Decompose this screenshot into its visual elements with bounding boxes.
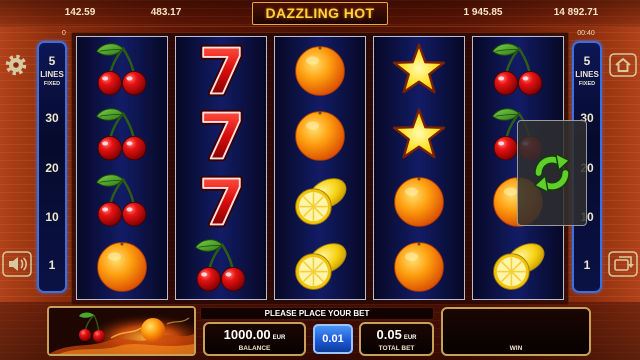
game-logo-image bbox=[47, 306, 196, 356]
total-bet-display: 0.05 EUR TOTAL BET bbox=[359, 322, 434, 356]
seven-symbol bbox=[176, 37, 266, 103]
lines-mode: FIXED bbox=[43, 81, 61, 87]
total-bet-currency: EUR bbox=[403, 335, 417, 341]
game-title: DAZZLING HOT bbox=[252, 2, 388, 25]
jackpot-value-3: 1 945.85 bbox=[463, 7, 503, 18]
reel-2 bbox=[175, 36, 267, 300]
balance-currency: EUR bbox=[272, 335, 286, 341]
autoplay-icon bbox=[608, 251, 638, 277]
home-icon bbox=[609, 53, 637, 77]
home-button[interactable] bbox=[609, 53, 637, 77]
status-message: PLEASE PLACE YOUR BET bbox=[200, 307, 434, 320]
lines-label: LINES bbox=[575, 70, 599, 79]
refresh-icon bbox=[533, 152, 571, 194]
lemon-symbol bbox=[473, 234, 563, 300]
cherry-symbol bbox=[77, 168, 167, 234]
lines-label: LINES bbox=[40, 70, 64, 79]
seven-symbol bbox=[176, 168, 266, 234]
jackpot-value-1: 142.59 bbox=[64, 7, 96, 18]
orange-symbol bbox=[374, 234, 464, 300]
settings-button[interactable] bbox=[4, 53, 28, 77]
reel-3 bbox=[274, 36, 366, 300]
lemon-symbol bbox=[275, 234, 365, 300]
reels-area bbox=[71, 32, 569, 305]
sound-button[interactable] bbox=[2, 251, 32, 277]
lines-mode: FIXED bbox=[578, 81, 596, 87]
lines-panel-left: 5 LINES FIXED 30 20 10 1 bbox=[37, 41, 67, 293]
lines-count: 5 bbox=[583, 54, 591, 68]
cherry-symbol bbox=[77, 37, 167, 103]
session-timer: 00:40 bbox=[577, 30, 595, 37]
total-bet-value-line: 0.05 EUR bbox=[361, 326, 432, 344]
orange-symbol bbox=[374, 168, 464, 234]
seven-symbol bbox=[176, 103, 266, 169]
orange-symbol bbox=[77, 234, 167, 300]
cherry-symbol bbox=[176, 234, 266, 300]
reel-4 bbox=[373, 36, 465, 300]
total-bet-value: 0.05 bbox=[376, 327, 402, 342]
line-marker: 30 bbox=[45, 111, 59, 125]
line-marker: 10 bbox=[45, 210, 59, 224]
reel-1 bbox=[76, 36, 168, 300]
line-marker: 1 bbox=[583, 258, 591, 272]
speaker-icon bbox=[2, 251, 32, 277]
win-display: WIN bbox=[441, 307, 591, 356]
coin-value-button[interactable]: 0.01 bbox=[313, 324, 353, 354]
jackpot-value-2: 483.17 bbox=[150, 7, 182, 18]
gear-icon bbox=[5, 54, 27, 76]
jackpot-value-4: 14 892.71 bbox=[553, 7, 599, 18]
autoplay-button[interactable] bbox=[608, 251, 638, 277]
counter-label: 0 bbox=[62, 30, 66, 37]
line-marker: 20 bbox=[45, 161, 59, 175]
balance-value-line: 1000.00 EUR bbox=[205, 326, 304, 344]
balance-value: 1000.00 bbox=[223, 327, 271, 342]
game-screen: 142.59 483.17 DAZZLING HOT 1 945.85 14 8… bbox=[0, 0, 640, 360]
total-bet-label: TOTAL BET bbox=[378, 345, 415, 352]
lemon-symbol bbox=[275, 168, 365, 234]
star-symbol bbox=[374, 37, 464, 103]
orange-symbol bbox=[275, 37, 365, 103]
orange-symbol bbox=[275, 103, 365, 169]
balance-label: BALANCE bbox=[238, 345, 271, 352]
logo-artwork bbox=[49, 308, 194, 354]
balance-display: 1000.00 EUR BALANCE bbox=[203, 322, 306, 356]
cherry-symbol bbox=[473, 37, 563, 103]
win-label: WIN bbox=[509, 345, 523, 352]
cherry-symbol bbox=[77, 103, 167, 169]
lines-count: 5 bbox=[48, 54, 56, 68]
star-symbol bbox=[374, 103, 464, 169]
loading-popup bbox=[517, 120, 587, 226]
line-marker: 1 bbox=[48, 258, 56, 272]
